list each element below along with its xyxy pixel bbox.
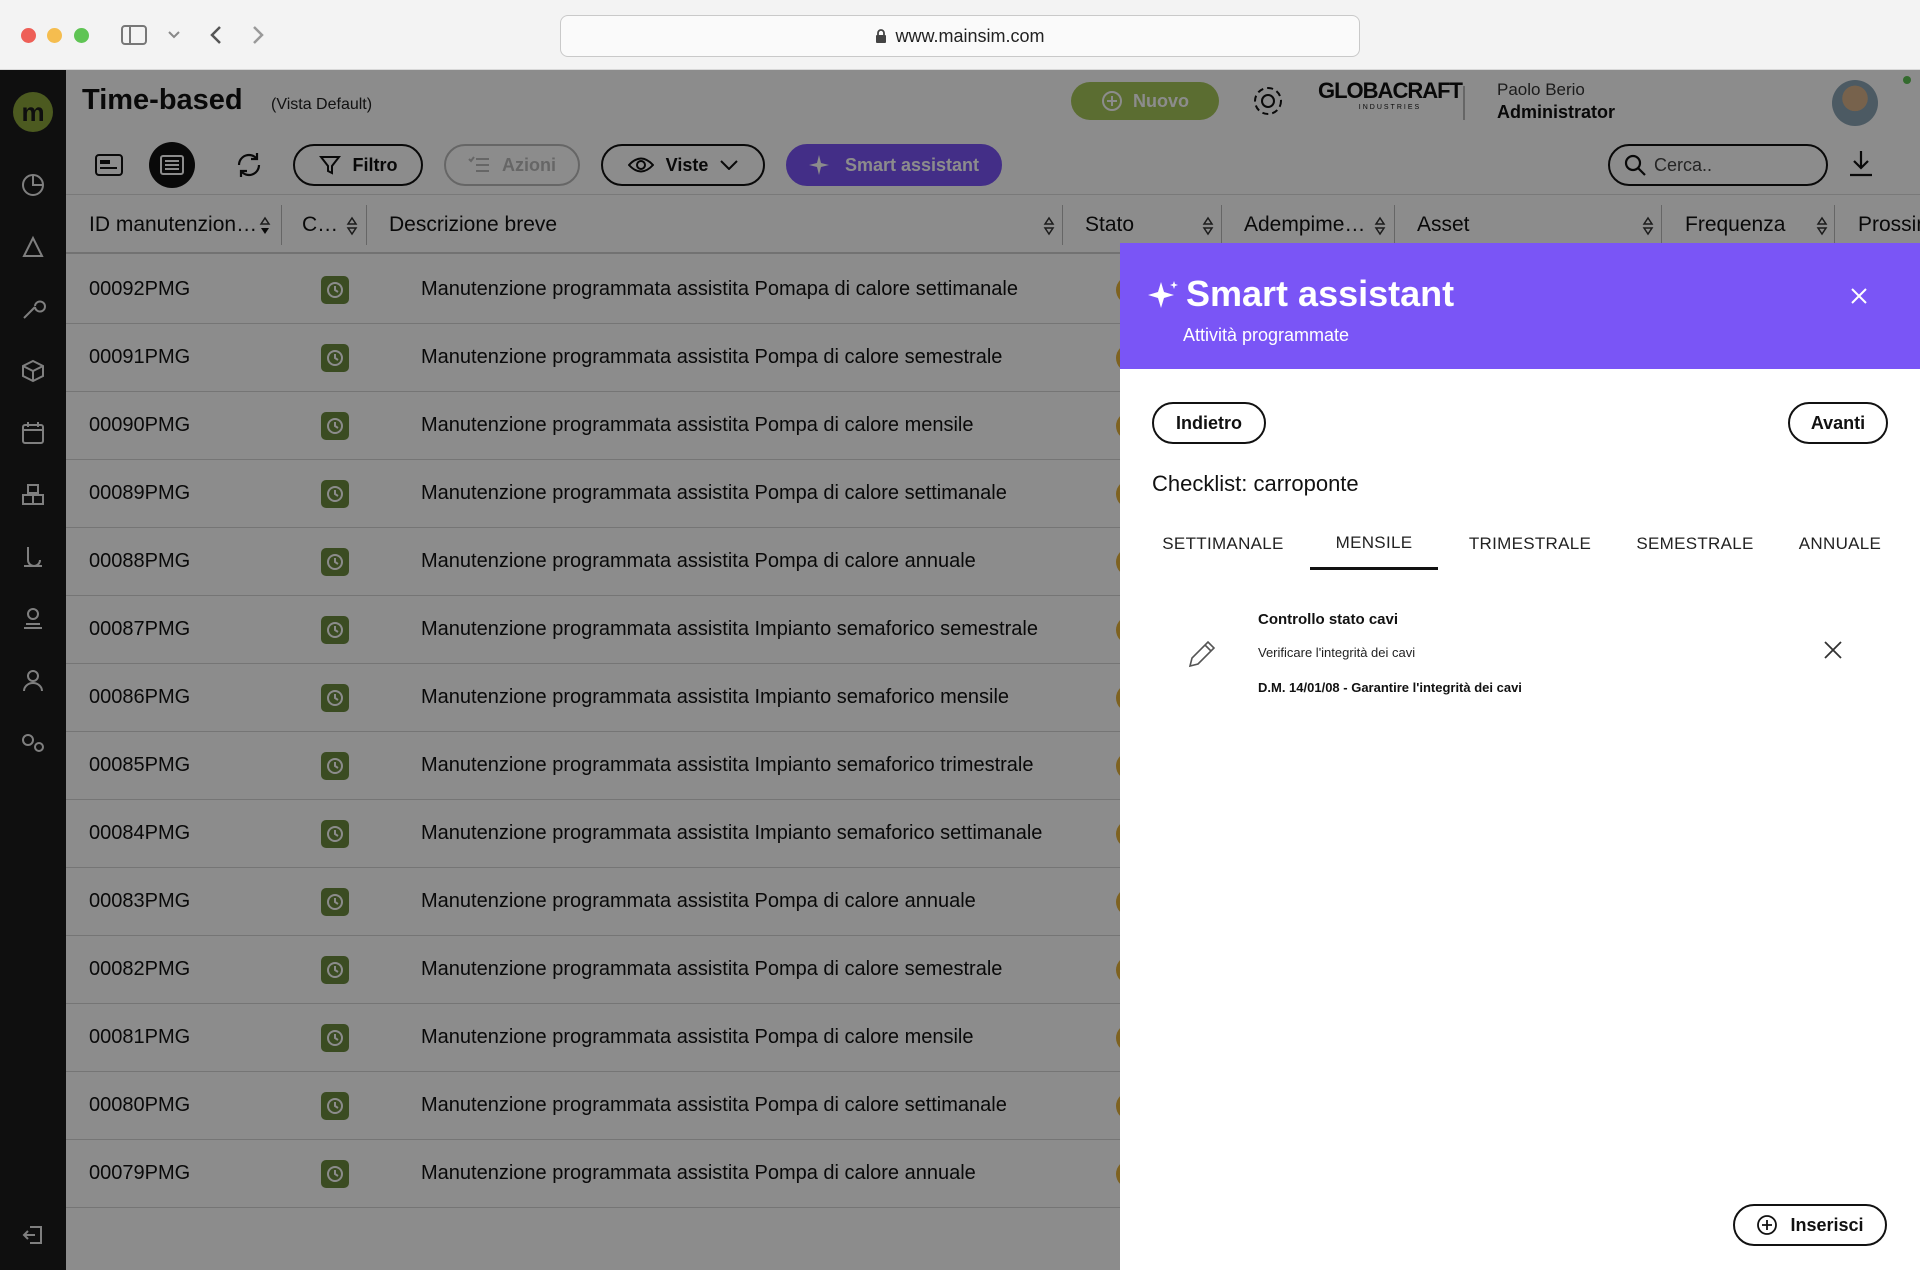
close-icon[interactable]	[1844, 281, 1874, 311]
maximize-window-button[interactable]	[74, 28, 89, 43]
sparkle-icon	[1148, 281, 1178, 308]
browser-chrome: www.mainsim.com	[0, 0, 1920, 70]
checklist-title: Checklist: carroponte	[1152, 471, 1359, 496]
insert-label: Inserisci	[1790, 1214, 1864, 1235]
tab-semestrale[interactable]: SEMESTRALE	[1620, 518, 1770, 570]
pencil-icon[interactable]	[1186, 638, 1218, 670]
minimize-window-button[interactable]	[47, 28, 62, 43]
checklist-item-title: Controllo stato cavi	[1258, 611, 1399, 628]
address-bar[interactable]: www.mainsim.com	[560, 15, 1360, 57]
chevron-down-icon[interactable]	[160, 22, 188, 48]
forward-icon[interactable]	[244, 22, 272, 48]
panel-subtitle: Attività programmate	[1183, 325, 1350, 345]
url-text: www.mainsim.com	[895, 25, 1045, 46]
panel-title: Smart assistant	[1186, 273, 1455, 314]
smart-assistant-panel: Smart assistant Attività programmate Ind…	[1120, 243, 1920, 1270]
back-icon[interactable]	[202, 22, 230, 48]
insert-button[interactable]: Inserisci	[1733, 1204, 1887, 1246]
tab-annuale[interactable]: ANNUALE	[1784, 518, 1896, 570]
tab-settimanale[interactable]: SETTIMANALE	[1160, 518, 1286, 570]
next-button[interactable]: Avanti	[1788, 402, 1888, 444]
close-icon[interactable]	[1822, 639, 1848, 665]
panel-header: Smart assistant Attività programmate	[1120, 243, 1920, 369]
tab-mensile[interactable]: MENSILE	[1310, 518, 1438, 570]
checklist-item-desc: Verificare l'integrità dei cavi	[1258, 645, 1416, 660]
lock-icon	[876, 29, 887, 43]
tab-trimestrale[interactable]: TRIMESTRALE	[1460, 518, 1600, 570]
plus-circle-icon	[1757, 1215, 1778, 1235]
back-button[interactable]: Indietro	[1152, 402, 1266, 444]
close-window-button[interactable]	[21, 28, 36, 43]
sidebar-toggle-icon[interactable]	[120, 22, 148, 48]
checklist-item-reference: D.M. 14/01/08 - Garantire l'integrità de…	[1258, 680, 1522, 695]
